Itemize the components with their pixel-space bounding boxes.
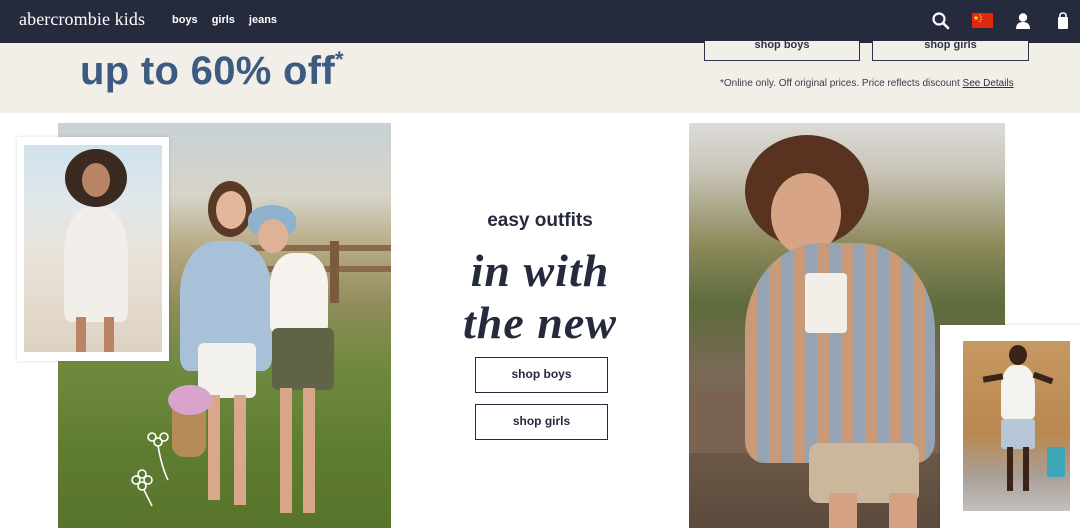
promo-fine-print: *Online only. Off original prices. Price… bbox=[720, 78, 1014, 89]
promo-headline: up to 60% off* bbox=[80, 47, 344, 94]
feature-headline-line1: in with bbox=[470, 245, 610, 296]
olive-shorts bbox=[272, 328, 334, 390]
leg bbox=[76, 317, 86, 352]
leg bbox=[1007, 447, 1013, 491]
girl-beach-inset-photo[interactable] bbox=[17, 137, 169, 361]
fence-post bbox=[330, 241, 339, 303]
china-flag-icon[interactable] bbox=[972, 13, 993, 28]
leg bbox=[280, 388, 292, 513]
promo-shop-girls-button[interactable]: shop girls bbox=[872, 41, 1029, 61]
shopping-bag-icon[interactable] bbox=[1053, 11, 1073, 31]
fine-print-text: *Online only. Off original prices. Price… bbox=[720, 78, 960, 89]
brand-logo[interactable]: abercrombie kids bbox=[19, 9, 145, 30]
denim-shorts bbox=[1001, 419, 1035, 449]
leg bbox=[234, 395, 246, 505]
feature-headline: in with the new bbox=[390, 245, 690, 349]
white-romper bbox=[64, 207, 128, 322]
promo-asterisk: * bbox=[335, 47, 344, 72]
flower-doodle-icon bbox=[131, 432, 169, 507]
promo-headline-text: up to 60% off bbox=[80, 49, 335, 93]
leg bbox=[889, 493, 917, 528]
feature-headline-line2: the new bbox=[463, 297, 617, 348]
girl-face bbox=[82, 163, 110, 197]
door-scene bbox=[963, 341, 1070, 511]
search-icon[interactable] bbox=[931, 11, 951, 31]
shop-boys-button[interactable]: shop boys bbox=[475, 357, 608, 393]
white-tee bbox=[270, 253, 328, 333]
promo-banner: up to 60% off* shop boys shop girls *Onl… bbox=[0, 41, 1080, 113]
account-icon[interactable] bbox=[1013, 11, 1033, 31]
shop-girls-button[interactable]: shop girls bbox=[475, 404, 608, 440]
main-nav: boys girls jeans bbox=[172, 14, 291, 26]
arm bbox=[1032, 371, 1054, 385]
beach-scene bbox=[24, 145, 162, 352]
promo-shop-boys-button[interactable]: shop boys bbox=[704, 41, 860, 61]
nav-link-jeans[interactable]: jeans bbox=[249, 14, 277, 26]
feature-eyebrow: easy outfits bbox=[487, 210, 593, 231]
leg bbox=[829, 493, 857, 528]
see-details-link[interactable]: See Details bbox=[963, 78, 1014, 89]
blue-chair bbox=[1047, 447, 1065, 477]
boy-face bbox=[1009, 345, 1027, 365]
girl-face bbox=[216, 191, 246, 229]
leg bbox=[104, 317, 114, 352]
girl-face bbox=[258, 219, 288, 253]
leg bbox=[303, 388, 315, 513]
top-navigation-bar: abercrombie kids boys girls jeans bbox=[0, 0, 1080, 43]
white-tee bbox=[805, 273, 847, 333]
boy-door-inset-photo[interactable] bbox=[940, 325, 1080, 528]
nav-link-boys[interactable]: boys bbox=[172, 14, 198, 26]
white-shirt bbox=[1001, 365, 1035, 419]
leg bbox=[1023, 447, 1029, 491]
leg bbox=[208, 395, 220, 500]
nav-link-girls[interactable]: girls bbox=[212, 14, 235, 26]
flowers bbox=[168, 385, 212, 415]
arm bbox=[982, 373, 1004, 383]
